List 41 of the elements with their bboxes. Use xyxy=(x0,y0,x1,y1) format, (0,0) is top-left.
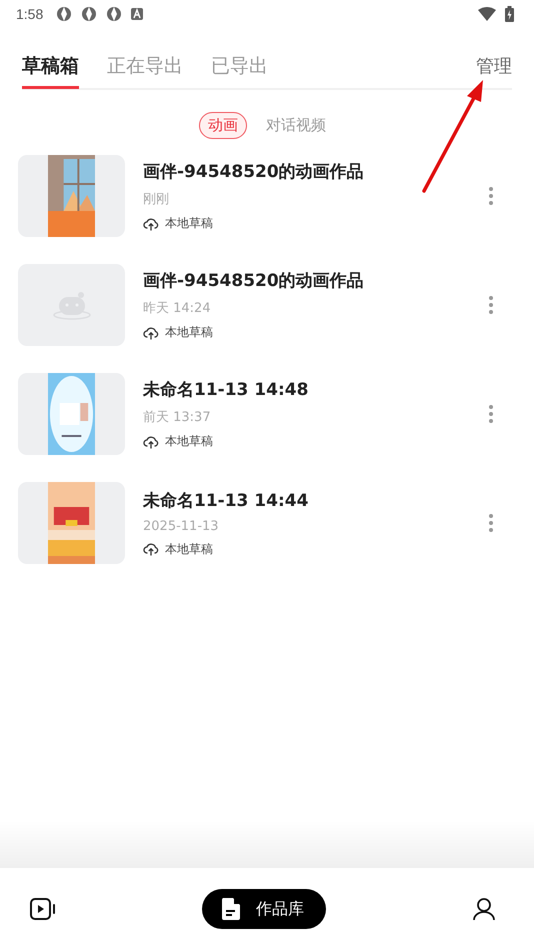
manage-button[interactable]: 管理 xyxy=(476,54,512,78)
draft-title: 画伴-94548520的动画作品 xyxy=(143,270,365,292)
cloud-upload-icon xyxy=(143,326,159,340)
notification-icon xyxy=(106,6,122,22)
storage-label: 本地草稿 xyxy=(165,540,213,558)
storage-label: 本地草稿 xyxy=(165,324,213,341)
more-icon[interactable] xyxy=(488,295,494,315)
wifi-icon xyxy=(478,7,496,21)
tab[interactable]: 已导出 xyxy=(211,45,268,89)
works-library-tab[interactable]: 作品库 xyxy=(202,889,326,929)
storage-label: 本地草稿 xyxy=(165,433,213,450)
profile-icon[interactable] xyxy=(472,897,496,921)
cloud-upload-icon xyxy=(143,542,159,556)
filter-chip[interactable]: 动画 xyxy=(199,112,247,139)
cloud-upload-icon xyxy=(143,434,159,448)
notification-icon xyxy=(81,6,98,22)
more-icon[interactable] xyxy=(488,404,494,424)
notification-icon xyxy=(56,6,72,22)
more-icon[interactable] xyxy=(488,513,494,533)
draft-title: 未命名11-13 14:48 xyxy=(143,379,310,401)
thumbnail[interactable] xyxy=(18,482,125,564)
video-camera-icon[interactable] xyxy=(30,898,56,920)
draft-title: 未命名11-13 14:44 xyxy=(143,490,310,512)
storage-label: 本地草稿 xyxy=(165,215,213,232)
thumbnail[interactable] xyxy=(18,155,125,237)
draft-time: 前天 13:37 xyxy=(143,409,212,426)
keyboard-icon xyxy=(131,8,144,20)
draft-time: 昨天 14:24 xyxy=(143,300,212,317)
tab[interactable]: 正在导出 xyxy=(107,45,183,89)
status-time: 1:58 xyxy=(16,6,44,22)
draft-time: 2025-11-13 xyxy=(143,518,220,534)
thumbnail[interactable] xyxy=(18,264,125,346)
tab[interactable]: 草稿箱 xyxy=(22,45,79,89)
more-icon[interactable] xyxy=(488,186,494,206)
cloud-upload-icon xyxy=(143,216,159,230)
filter-chip[interactable]: 对话视频 xyxy=(257,112,335,139)
draft-title: 画伴-94548520的动画作品 xyxy=(143,161,365,183)
battery-icon xyxy=(505,6,514,22)
document-icon xyxy=(220,897,242,921)
thumbnail[interactable] xyxy=(18,373,125,455)
draft-time: 刚刚 xyxy=(143,191,170,208)
